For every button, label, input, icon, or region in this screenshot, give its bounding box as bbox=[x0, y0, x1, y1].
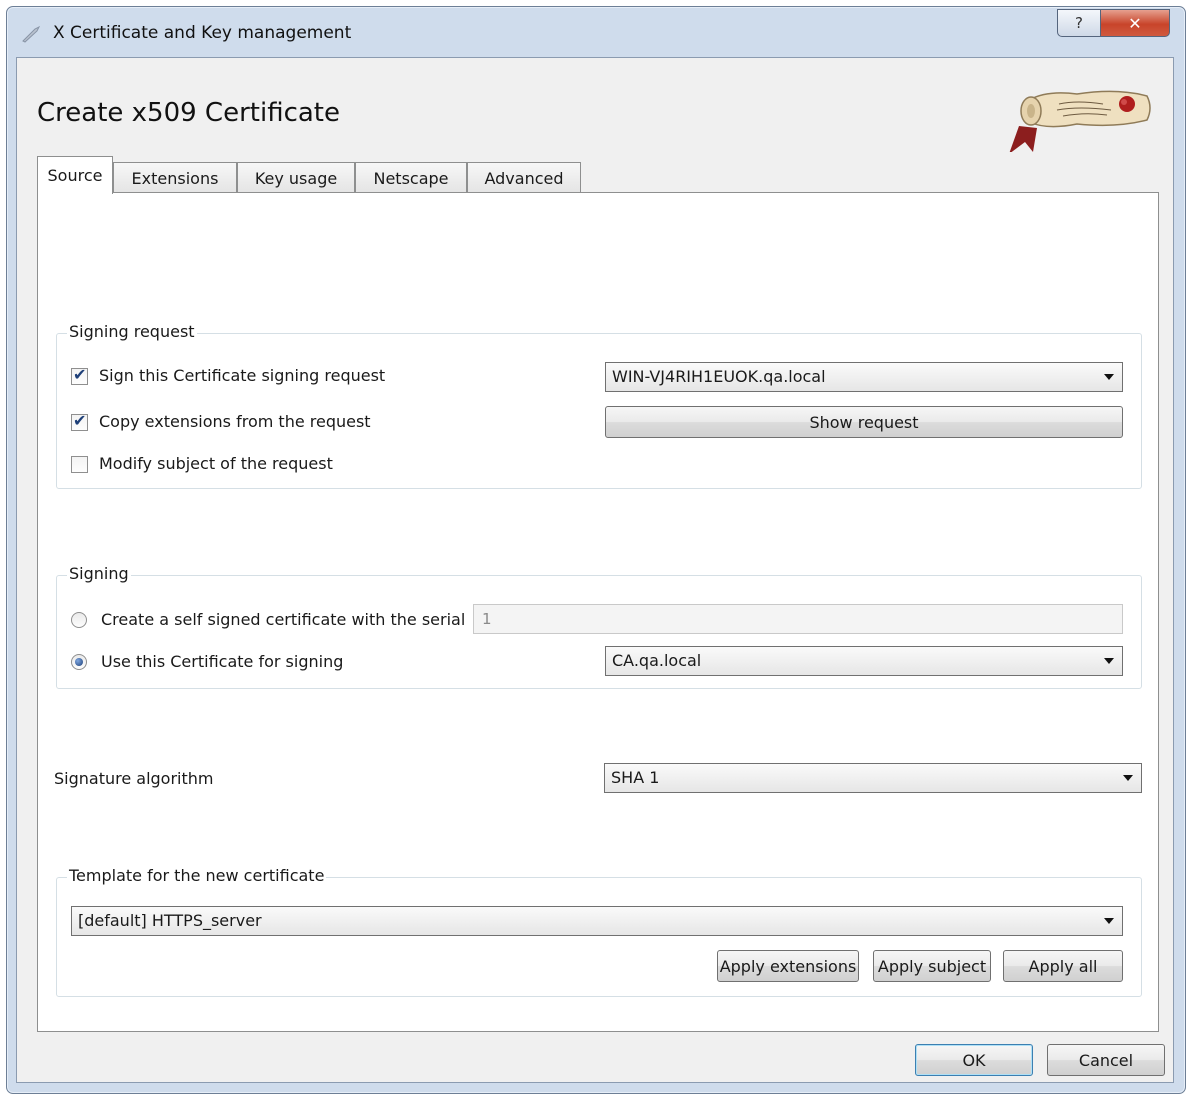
show-request-label: Show request bbox=[809, 412, 919, 432]
template-label: Template for the new certificate bbox=[67, 866, 327, 885]
checkmark-icon: ✔ bbox=[73, 411, 87, 430]
signature-algorithm-value: SHA 1 bbox=[611, 768, 660, 787]
csr-select[interactable]: WIN-VJ4RIH1EUOK.qa.local bbox=[605, 362, 1123, 392]
csr-select-value: WIN-VJ4RIH1EUOK.qa.local bbox=[612, 367, 826, 386]
tab-key-usage[interactable]: Key usage bbox=[237, 162, 355, 193]
page-title: Create x509 Certificate bbox=[37, 98, 340, 128]
ca-select-value: CA.qa.local bbox=[612, 651, 702, 670]
apply-all-label: Apply all bbox=[1028, 956, 1098, 976]
signing-request-label: Signing request bbox=[67, 322, 197, 341]
tab-netscape[interactable]: Netscape bbox=[355, 162, 467, 193]
signing-label: Signing bbox=[67, 564, 131, 583]
dialog-content: Create x509 Certificate Source Extension… bbox=[16, 57, 1174, 1083]
template-select-value: [default] HTTPS_server bbox=[78, 911, 262, 930]
apply-all-button[interactable]: Apply all bbox=[1003, 950, 1123, 982]
dialog-window: X Certificate and Key management ? ✕ Cre… bbox=[6, 6, 1186, 1094]
tab-extensions[interactable]: Extensions bbox=[113, 162, 237, 193]
tab-source[interactable]: Source bbox=[37, 156, 113, 194]
app-icon bbox=[21, 25, 43, 43]
sign-csr-checkbox[interactable]: ✔ bbox=[71, 365, 88, 385]
self-signed-radio[interactable] bbox=[71, 612, 87, 628]
show-request-button[interactable]: Show request bbox=[605, 406, 1123, 438]
help-button[interactable]: ? bbox=[1057, 9, 1101, 37]
cancel-button[interactable]: Cancel bbox=[1047, 1044, 1165, 1076]
signing-request-group: Signing request ✔ Sign this Certificate … bbox=[56, 322, 1142, 489]
cancel-label: Cancel bbox=[1078, 1050, 1134, 1070]
close-icon: ✕ bbox=[1128, 13, 1142, 33]
checkmark-icon: ✔ bbox=[73, 365, 87, 384]
tab-label: Advanced bbox=[484, 168, 564, 188]
modify-subject-label: Modify subject of the request bbox=[99, 454, 333, 473]
tab-label: Key usage bbox=[254, 168, 338, 188]
radio-selected-dot bbox=[75, 658, 83, 666]
copy-extensions-label: Copy extensions from the request bbox=[99, 412, 371, 431]
template-select[interactable]: [default] HTTPS_server bbox=[71, 906, 1123, 936]
ok-label: OK bbox=[962, 1050, 986, 1070]
close-button[interactable]: ✕ bbox=[1100, 9, 1170, 37]
template-group: Template for the new certificate [defaul… bbox=[56, 866, 1142, 997]
sign-csr-label: Sign this Certificate signing request bbox=[99, 366, 386, 385]
modify-subject-checkbox[interactable] bbox=[71, 456, 88, 473]
dropdown-arrow-icon bbox=[1104, 374, 1114, 380]
self-signed-label: Create a self signed certificate with th… bbox=[101, 610, 466, 629]
tab-advanced[interactable]: Advanced bbox=[467, 162, 581, 193]
signing-group: Signing Create a self signed certificate… bbox=[56, 564, 1142, 689]
dropdown-arrow-icon bbox=[1123, 775, 1133, 781]
serial-input[interactable]: 1 bbox=[473, 604, 1123, 634]
dropdown-arrow-icon bbox=[1104, 918, 1114, 924]
ok-button[interactable]: OK bbox=[915, 1044, 1033, 1076]
tab-label: Extensions bbox=[131, 168, 219, 188]
apply-extensions-button[interactable]: Apply extensions bbox=[717, 950, 859, 982]
title-bar: X Certificate and Key management ? ✕ bbox=[7, 7, 1185, 57]
apply-subject-button[interactable]: Apply subject bbox=[873, 950, 991, 982]
copy-extensions-checkbox[interactable]: ✔ bbox=[71, 411, 88, 431]
dropdown-arrow-icon bbox=[1104, 658, 1114, 664]
signature-algorithm-label: Signature algorithm bbox=[54, 769, 214, 788]
tab-label: Netscape bbox=[373, 168, 449, 188]
help-icon: ? bbox=[1075, 14, 1083, 32]
serial-value: 1 bbox=[482, 610, 492, 628]
window-title: X Certificate and Key management bbox=[53, 23, 352, 43]
apply-subject-label: Apply subject bbox=[877, 956, 987, 976]
signature-algorithm-select[interactable]: SHA 1 bbox=[604, 763, 1142, 793]
certificate-scroll-logo bbox=[1009, 90, 1151, 152]
source-tab-panel: Signing request ✔ Sign this Certificate … bbox=[37, 192, 1159, 1032]
tab-label: Source bbox=[47, 166, 103, 185]
use-certificate-radio[interactable] bbox=[71, 654, 87, 670]
use-certificate-label: Use this Certificate for signing bbox=[101, 652, 344, 671]
ca-select[interactable]: CA.qa.local bbox=[605, 646, 1123, 676]
apply-extensions-label: Apply extensions bbox=[719, 956, 857, 976]
